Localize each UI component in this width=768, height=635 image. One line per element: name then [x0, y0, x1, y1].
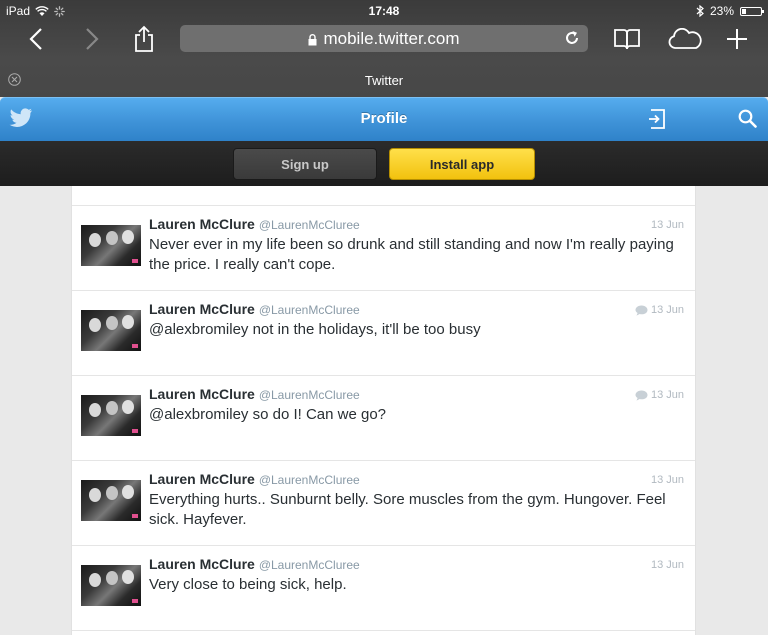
tweet-author[interactable]: Lauren McClure @LaurenMcCluree [149, 301, 360, 317]
tweet-text: Never ever in my life been so drunk and … [149, 236, 674, 273]
tweet[interactable]: Lauren McClure @LaurenMcCluree 13 Jun Nev… [72, 206, 695, 291]
plus-icon [727, 29, 747, 49]
tweet-meta: 13 Jun [635, 219, 684, 231]
tweet-meta: 13 Jun [635, 474, 684, 486]
author-name: Lauren McClure [149, 216, 255, 232]
author-handle: @LaurenMcCluree [258, 303, 360, 317]
bluetooth-icon [696, 5, 704, 17]
lock-icon [308, 33, 317, 46]
share-icon [135, 25, 153, 52]
tweet-list: Lauren McClure @LaurenMcCluree 13 Jun Nev… [72, 206, 695, 631]
bookmarks-button[interactable] [612, 24, 642, 54]
sign-in-icon[interactable] [648, 109, 666, 129]
avatar[interactable] [81, 565, 141, 606]
tweet-author[interactable]: Lauren McClure @LaurenMcCluree [149, 216, 360, 232]
author-name: Lauren McClure [149, 471, 255, 487]
author-name: Lauren McClure [149, 556, 255, 572]
reload-icon[interactable] [562, 28, 582, 48]
author-name: Lauren McClure [149, 386, 255, 402]
search-icon[interactable] [738, 109, 757, 128]
tab-title[interactable]: Twitter [0, 73, 768, 88]
reply-icon [635, 305, 648, 316]
battery-level [742, 8, 747, 14]
author-handle: @LaurenMcCluree [258, 558, 360, 572]
browser-chrome: iPad 17:48 23% mobile.twitter.com Twitte… [0, 0, 768, 97]
tweet[interactable]: Lauren McClure @LaurenMcCluree 13 Jun Ver… [72, 546, 695, 631]
tweet[interactable]: Lauren McClure @LaurenMcCluree 13 Jun Eve… [72, 461, 695, 546]
tweet-author[interactable]: Lauren McClure @LaurenMcCluree [149, 386, 360, 402]
tweet-text: @alexbromiley so do I! Can we go? [149, 406, 387, 423]
icloud-tabs-button[interactable] [666, 24, 704, 54]
avatar[interactable] [81, 310, 141, 351]
tweet[interactable]: Lauren McClure @LaurenMcCluree 13 Jun @al… [72, 291, 695, 376]
tweet-meta: 13 Jun [635, 304, 684, 316]
tweet-text: Very close to being sick, help. [149, 576, 347, 593]
status-right: 23% [696, 4, 764, 18]
url-text: mobile.twitter.com [323, 29, 460, 48]
new-tab-button[interactable] [722, 24, 752, 54]
timeline-divider [72, 186, 695, 206]
install-app-button[interactable]: Install app [389, 148, 535, 180]
author-name: Lauren McClure [149, 301, 255, 317]
tweet-author[interactable]: Lauren McClure @LaurenMcCluree [149, 556, 360, 572]
tweet-meta: 13 Jun [635, 389, 684, 401]
author-handle: @LaurenMcCluree [258, 218, 360, 232]
app-promo-bar: Sign up Install app [0, 141, 768, 186]
tweet-author[interactable]: Lauren McClure @LaurenMcCluree [149, 471, 360, 487]
author-handle: @LaurenMcCluree [258, 388, 360, 402]
url-display: mobile.twitter.com [180, 29, 588, 49]
chevron-right-icon [86, 28, 99, 50]
battery-icon [740, 6, 764, 16]
tweet[interactable]: Lauren McClure @LaurenMcCluree 13 Jun @al… [72, 376, 695, 461]
tweet-date[interactable]: 13 Jun [651, 389, 684, 401]
chevron-left-icon [29, 28, 42, 50]
forward-button[interactable] [78, 24, 106, 54]
avatar[interactable] [81, 395, 141, 436]
avatar[interactable] [81, 225, 141, 266]
book-icon [614, 29, 640, 50]
tweet-meta: 13 Jun [635, 559, 684, 571]
tweet-date[interactable]: 13 Jun [651, 474, 684, 486]
tweet-text: Everything hurts.. Sunburnt belly. Sore … [149, 491, 666, 528]
share-button[interactable] [130, 24, 158, 54]
address-bar[interactable]: mobile.twitter.com [180, 25, 588, 52]
battery-percent: 23% [709, 4, 734, 18]
tweet-date[interactable]: 13 Jun [651, 219, 684, 231]
cloud-icon [668, 28, 702, 49]
tweet-text: @alexbromiley not in the holidays, it'll… [149, 321, 481, 338]
back-button[interactable] [22, 24, 50, 54]
status-time: 17:48 [368, 4, 400, 18]
reply-icon [635, 390, 648, 401]
sign-up-button[interactable]: Sign up [233, 148, 377, 180]
status-bar: iPad 17:48 23% [0, 0, 768, 20]
author-handle: @LaurenMcCluree [258, 473, 360, 487]
tweet-date[interactable]: 13 Jun [651, 559, 684, 571]
tab-bar: Twitter [0, 66, 768, 97]
avatar[interactable] [81, 480, 141, 521]
tweet-timeline: Lauren McClure @LaurenMcCluree 13 Jun Nev… [71, 186, 696, 635]
twitter-header: Profile [0, 97, 768, 141]
tweet-date[interactable]: 13 Jun [651, 304, 684, 316]
